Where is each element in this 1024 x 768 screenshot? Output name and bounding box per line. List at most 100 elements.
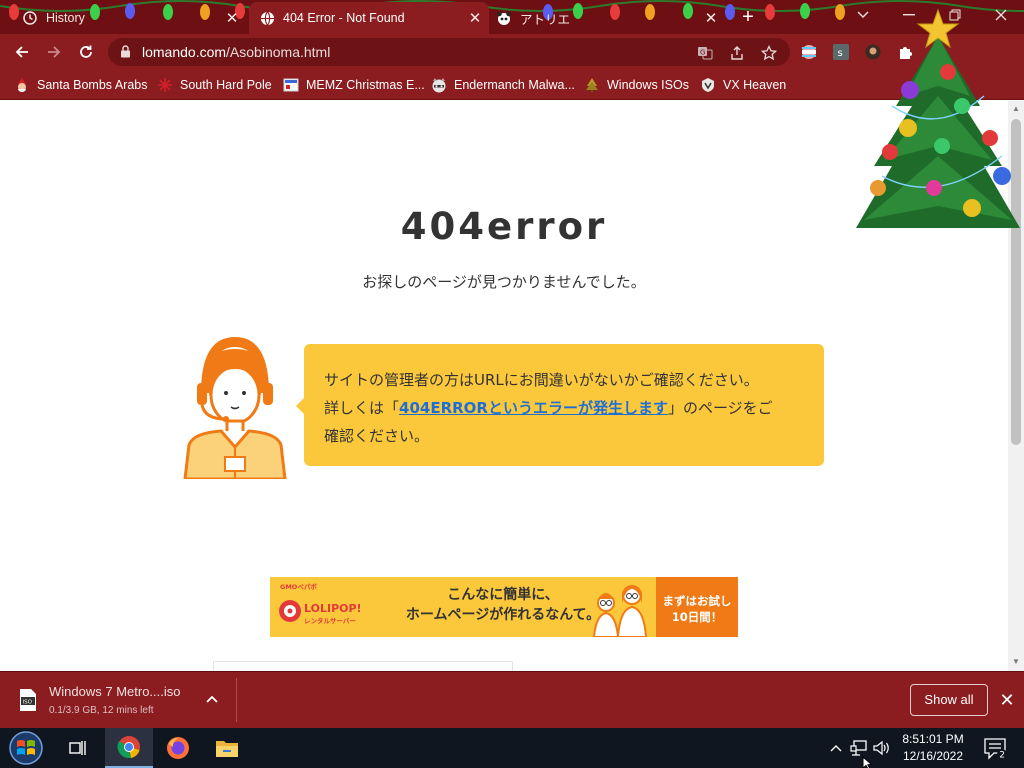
close-shelf-icon[interactable]: ✕ — [997, 690, 1017, 710]
bubble-line-3: 確認ください。 — [324, 427, 430, 445]
download-shelf: ISO Windows 7 Metro....iso 0.1/3.9 GB, 1… — [0, 671, 1024, 728]
show-hidden-icons-button[interactable] — [826, 738, 846, 758]
close-tab-icon[interactable]: ✕ — [224, 10, 240, 27]
error-info-link[interactable]: 404ERRORというエラーが発生します — [399, 399, 668, 417]
start-button[interactable] — [2, 728, 50, 768]
tab-title: 404 Error - Not Found — [283, 11, 405, 25]
ad-cta-line-1: まずはお試し — [662, 594, 732, 608]
volume-icon[interactable] — [872, 738, 892, 758]
task-view-icon — [69, 741, 86, 755]
chevron-up-icon[interactable] — [204, 692, 220, 708]
url-host: lomando.com — [142, 44, 227, 60]
vx-icon — [700, 77, 716, 93]
scroll-down-arrow-icon[interactable]: ▼ — [1011, 657, 1021, 667]
globe-icon — [259, 10, 275, 26]
bookmark-label: MEMZ Christmas E... — [306, 78, 425, 92]
chrome-icon — [117, 736, 140, 759]
iso-file-icon[interactable]: ISO — [18, 688, 38, 712]
url-text[interactable]: lomando.com/Asobinoma.html — [142, 44, 330, 60]
notification-count: 2 — [999, 751, 1005, 761]
bookmark-label: Windows ISOs — [607, 78, 689, 92]
history-icon — [22, 10, 38, 26]
folder-icon — [216, 741, 238, 757]
clock-time: 8:51:01 PM — [902, 732, 964, 746]
s-extension-icon[interactable]: s — [832, 43, 850, 61]
svg-text:ISO: ISO — [23, 699, 33, 705]
tab-404-error[interactable]: 404 Error - Not Found ✕ — [249, 2, 489, 34]
tab-title: History — [46, 11, 85, 25]
firefox-icon — [167, 737, 189, 759]
download-status: 0.1/3.9 GB, 12 mins left — [49, 705, 154, 716]
divider — [236, 678, 237, 722]
page-subtitle: お探しのページが見つかりませんでした。 — [362, 273, 646, 291]
forward-button[interactable] — [42, 40, 66, 64]
bookmark-santa-bombs-arabs[interactable]: Santa Bombs Arabs — [14, 76, 147, 94]
tab-history[interactable]: History ✕ — [0, 2, 246, 34]
show-all-downloads-button[interactable]: Show all — [910, 684, 988, 716]
clock-date: 12/16/2022 — [902, 749, 964, 763]
forward-arrow-icon — [48, 46, 61, 58]
share-icon[interactable] — [728, 44, 746, 62]
brand-sub-text: レンタルサーバー — [304, 616, 356, 625]
lolipop-logo: GMOペパボ LOLIPOP! レンタルサーバー — [279, 582, 362, 625]
bookmark-label: Santa Bombs Arabs — [37, 78, 148, 92]
system-clock[interactable]: 8:51:01 PM 12/16/2022 — [894, 731, 972, 765]
christmas-tree-decoration — [856, 8, 1020, 228]
screen: History ✕ 404 Error - Not Found ✕ アトリエ ✕… — [0, 0, 1024, 768]
svg-text:G: G — [700, 49, 705, 57]
url-path: /Asobinoma.html — [226, 44, 331, 60]
windows-orb-icon — [9, 731, 43, 765]
close-tab-icon[interactable]: ✕ — [467, 10, 483, 27]
notification-center-icon[interactable]: 2 — [982, 736, 1008, 760]
firefox-taskbar-button[interactable] — [154, 728, 202, 768]
network-icon[interactable] — [849, 738, 869, 758]
lock-icon[interactable] — [120, 45, 131, 63]
reload-icon — [80, 45, 92, 58]
bookmark-vx-heaven[interactable]: VX Heaven — [700, 76, 786, 94]
tab-title: アトリエ — [520, 12, 571, 27]
bookmark-label: Endermanch Malwa... — [454, 78, 575, 92]
lolipop-ad-banner[interactable]: GMOペパボ LOLIPOP! レンタルサーバー こんなに簡単に、 ホームページ… — [270, 577, 738, 637]
bookmark-label: VX Heaven — [723, 78, 787, 92]
bubble-suffix: 」のページをご — [667, 399, 773, 417]
task-view-button[interactable] — [54, 728, 102, 768]
chevron-up-icon — [830, 745, 842, 752]
svg-text:s: s — [838, 48, 843, 59]
chrome-taskbar-button[interactable] — [105, 728, 153, 768]
ad-cta-line-2: 10日間！ — [671, 610, 723, 624]
star-icon[interactable] — [760, 44, 778, 62]
reload-button[interactable] — [74, 40, 98, 64]
download-file-name[interactable]: Windows 7 Metro....iso — [49, 684, 181, 699]
new-tab-button[interactable]: + — [737, 7, 759, 29]
panda-icon — [496, 10, 512, 26]
back-button[interactable] — [10, 40, 34, 64]
back-arrow-icon — [15, 46, 28, 58]
raccoon-icon — [431, 77, 447, 93]
content-box-edge — [213, 661, 513, 671]
support-operator-illustration — [183, 337, 287, 479]
bookmark-south-hard-pole[interactable]: South Hard Pole — [157, 76, 272, 94]
brand-small-text: GMOペパボ — [280, 582, 317, 591]
snowflake-icon — [157, 77, 173, 93]
tree-icon — [584, 77, 600, 93]
ad-people-illustration — [592, 585, 648, 637]
bookmark-windows-isos[interactable]: Windows ISOs — [584, 76, 689, 94]
santa-icon — [14, 77, 30, 93]
bubble-line-2: 詳しくは「404ERRORというエラーが発生します」のページをご — [324, 394, 804, 422]
brand-name-text: LOLIPOP! — [304, 602, 362, 615]
bookmark-memz-christmas[interactable]: MEMZ Christmas E... — [283, 76, 425, 94]
address-bar[interactable]: lomando.com/Asobinoma.html G — [108, 38, 790, 66]
ad-cta-button[interactable]: まずはお試し 10日間！ — [656, 577, 738, 637]
bubble-prefix: 詳しくは「 — [324, 399, 400, 417]
translate-icon[interactable]: G — [696, 44, 714, 62]
bookmark-label: South Hard Pole — [180, 78, 272, 92]
speech-bubble: サイトの管理者の方はURLにお間違いがないかご確認ください。 詳しくは「404E… — [304, 344, 824, 466]
file-explorer-taskbar-button[interactable] — [203, 728, 251, 768]
bubble-line-1: サイトの管理者の方はURLにお間違いがないかご確認ください。 — [324, 371, 759, 389]
flag-extension-icon[interactable] — [800, 43, 818, 61]
mouse-cursor-icon — [862, 756, 873, 768]
tab-atelier[interactable]: アトリエ ✕ — [490, 2, 725, 34]
memz-icon — [283, 77, 299, 93]
close-tab-icon[interactable]: ✕ — [703, 10, 719, 27]
bookmark-endermanch-malware[interactable]: Endermanch Malwa... — [431, 76, 575, 94]
